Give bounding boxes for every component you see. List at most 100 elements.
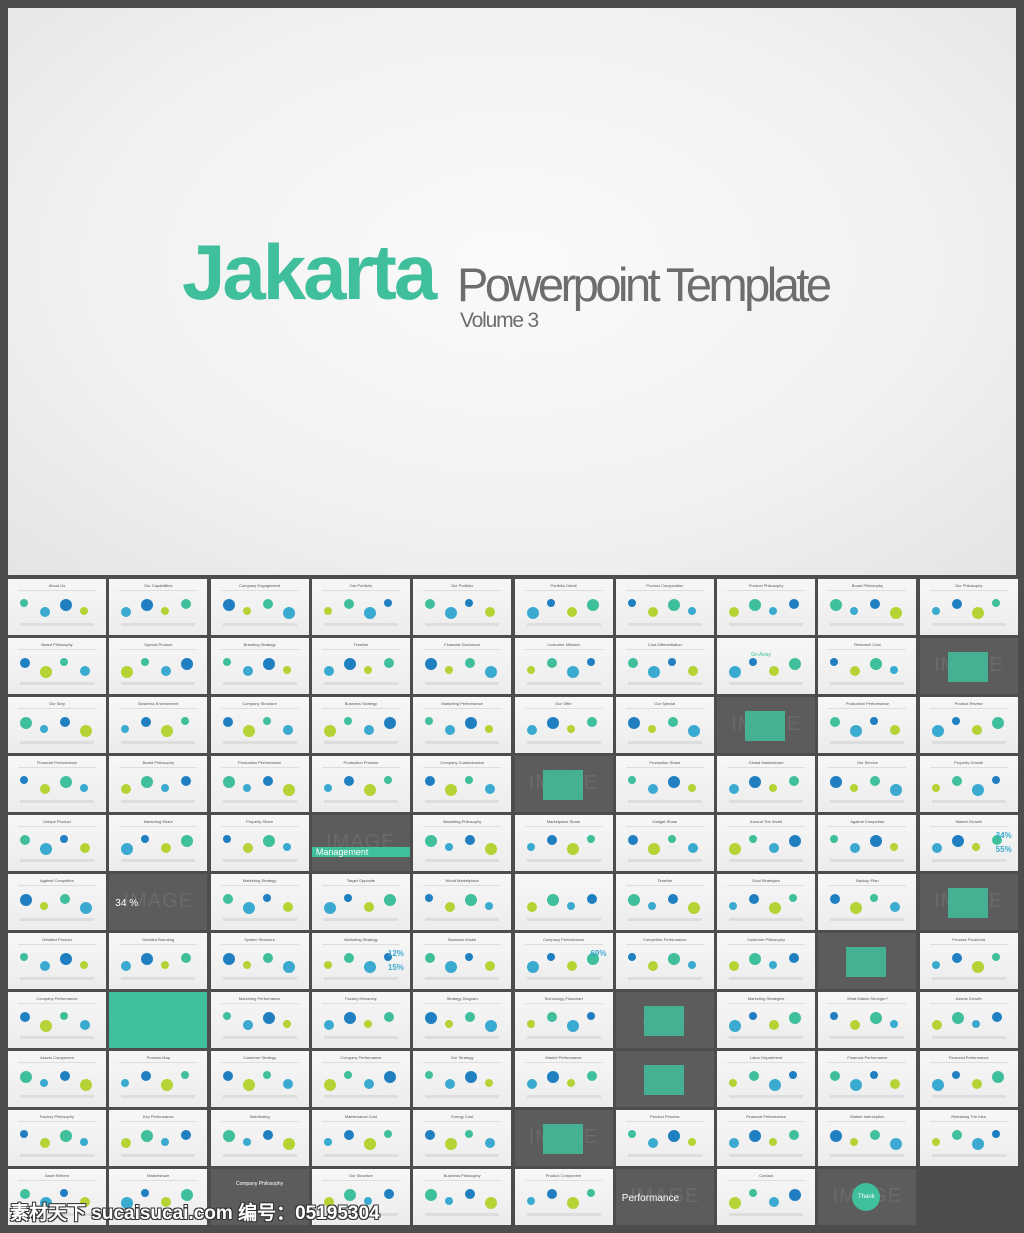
slide-thumbnail[interactable]: Strategy Diagram bbox=[413, 992, 512, 1048]
slide-thumbnail[interactable]: Business Strategy bbox=[311, 697, 410, 753]
slide-thumbnail[interactable]: Production Process bbox=[311, 756, 410, 812]
slide-thumbnail[interactable]: Assets Component bbox=[8, 1051, 106, 1107]
slide-thumbnail[interactable]: Customer Strategy bbox=[210, 1051, 309, 1107]
slide-thumbnail[interactable]: Customer Philosophy bbox=[717, 933, 816, 989]
slide-thumbnail[interactable]: Dual Strategies bbox=[717, 874, 816, 930]
slide-thumbnail[interactable]: Production Performance bbox=[210, 756, 309, 812]
slide-thumbnail[interactable]: Factory Hierarchy bbox=[311, 992, 410, 1048]
slide-thumbnail[interactable]: Marketing Strategies bbox=[717, 992, 816, 1048]
slide-thumbnail[interactable]: Business Model bbox=[413, 933, 512, 989]
slide-thumbnail[interactable]: Branding Strategy bbox=[210, 638, 309, 694]
slide-thumbnail[interactable]: Timeline bbox=[615, 874, 714, 930]
slide-thumbnail[interactable]: Market Performance bbox=[514, 1051, 613, 1107]
slide-thumbnail[interactable]: Competitor Performance bbox=[615, 933, 714, 989]
slide-thumbnail[interactable]: IMAGE bbox=[514, 1110, 613, 1166]
slide-thumbnail[interactable]: Timeline bbox=[311, 638, 410, 694]
slide-thumbnail[interactable]: AGE bbox=[615, 992, 714, 1048]
slide-thumbnail[interactable]: Our Offer bbox=[514, 697, 613, 753]
slide-thumbnail[interactable]: Energy Cost bbox=[413, 1110, 512, 1166]
slide-thumbnail[interactable]: Marketing Performance bbox=[413, 697, 512, 753]
slide-thumbnail[interactable]: Labor Department bbox=[717, 1051, 816, 1107]
slide-thumbnail[interactable]: Our Strategy bbox=[413, 1051, 512, 1107]
slide-thumbnail[interactable]: Product Review bbox=[919, 697, 1018, 753]
slide-thumbnail[interactable]: Our Portfolio bbox=[311, 579, 410, 635]
slide-thumbnail[interactable]: Production Performance bbox=[818, 697, 917, 753]
slide-thumbnail[interactable]: Our Capabilities bbox=[109, 579, 208, 635]
slide-thumbnail[interactable]: Property Growth bbox=[919, 756, 1018, 812]
slide-thumbnail[interactable] bbox=[514, 874, 613, 930]
slide-thumbnail[interactable]: Board Philosophy bbox=[8, 638, 106, 694]
slide-thumbnail[interactable]: Our Service bbox=[818, 756, 917, 812]
slide-thumbnail[interactable]: Marketing Performance bbox=[210, 992, 309, 1048]
slide-thumbnail[interactable]: Company Performance bbox=[8, 992, 106, 1048]
slide-thumbnail[interactable]: Detailed Product bbox=[8, 933, 106, 989]
slide-thumbnail[interactable]: Against Competitor bbox=[818, 815, 917, 871]
slide-thumbnail[interactable]: Releasing The Idea bbox=[919, 1110, 1018, 1166]
slide-thumbnail[interactable]: IMAGE bbox=[919, 874, 1018, 930]
slide-thumbnail[interactable]: What Makes Stronger? bbox=[818, 992, 917, 1048]
slide-thumbnail[interactable]: Unique Product bbox=[8, 815, 106, 871]
slide-thumbnail[interactable]: Our Philosophy bbox=[919, 579, 1018, 635]
slide-thumbnail[interactable]: Global Marketshare bbox=[717, 756, 816, 812]
slide-thumbnail[interactable]: Our Step bbox=[8, 697, 106, 753]
slide-thumbnail[interactable]: Technology Flowchart bbox=[514, 992, 613, 1048]
slide-thumbnail[interactable]: Research Cost bbox=[818, 638, 917, 694]
slide-thumbnail[interactable]: Process Map bbox=[109, 1051, 208, 1107]
slide-thumbnail[interactable]: Marketplace Share bbox=[514, 815, 613, 871]
slide-thumbnail[interactable]: Company Customization bbox=[413, 756, 512, 812]
slide-thumbnail[interactable]: Factory Philosophy bbox=[8, 1110, 106, 1166]
slide-thumbnail[interactable]: About Us bbox=[8, 579, 106, 635]
slide-thumbnail[interactable]: Market Growth 34% 55% bbox=[919, 815, 1018, 871]
slide-thumbnail[interactable]: Company Structure bbox=[210, 697, 309, 753]
slide-thumbnail[interactable]: IMAGE bbox=[717, 697, 816, 753]
slide-thumbnail[interactable]: Gadget Share bbox=[615, 815, 714, 871]
slide-thumbnail[interactable]: Marketing Philosophy bbox=[413, 815, 512, 871]
slide-thumbnail[interactable]: Board Philosophy bbox=[818, 579, 917, 635]
slide-thumbnail[interactable]: Detailed Branding bbox=[109, 933, 208, 989]
slide-thumbnail[interactable]: System Structure bbox=[210, 933, 309, 989]
slide-thumbnail[interactable]: Against Competitor bbox=[8, 874, 106, 930]
slide-thumbnail[interactable]: Property Share bbox=[210, 815, 309, 871]
slide-thumbnail[interactable]: Product Philosophy bbox=[717, 579, 816, 635]
slide-thumbnail[interactable]: Our Special bbox=[615, 697, 714, 753]
slide-thumbnail[interactable]: Portfolio Detail bbox=[514, 579, 613, 635]
slide-thumbnail[interactable]: Marketing Strategy 12% 15% bbox=[311, 933, 410, 989]
slide-thumbnail[interactable]: Business Philosophy bbox=[413, 1169, 512, 1225]
slide-thumbnail[interactable] bbox=[109, 992, 208, 1048]
slide-thumbnail[interactable]: IMAGE 34 % bbox=[109, 874, 208, 930]
slide-thumbnail[interactable]: Marketing Strategy bbox=[210, 874, 309, 930]
slide-thumbnail[interactable]: IMAGE Management bbox=[311, 815, 410, 871]
slide-thumbnail[interactable]: Assets Growth bbox=[919, 992, 1018, 1048]
slide-thumbnail[interactable]: Distributing bbox=[210, 1110, 309, 1166]
slide-thumbnail[interactable]: Company Performance bbox=[311, 1051, 410, 1107]
slide-thumbnail[interactable]: Business Environment bbox=[109, 697, 208, 753]
slide-thumbnail[interactable]: IMAGEThank bbox=[818, 1169, 917, 1225]
slide-thumbnail[interactable]: Financial Performance bbox=[818, 1051, 917, 1107]
slide-thumbnail[interactable]: Maintenance Cost bbox=[311, 1110, 410, 1166]
slide-thumbnail[interactable]: Marketing Share bbox=[109, 815, 208, 871]
slide-thumbnail[interactable]: Contact bbox=[717, 1169, 816, 1225]
slide-thumbnail[interactable]: Process Flowchart bbox=[919, 933, 1018, 989]
slide-thumbnail[interactable]: Financial Performance bbox=[919, 1051, 1018, 1107]
slide-thumbnail[interactable]: Product Component bbox=[514, 1169, 613, 1225]
slide-thumbnail[interactable]: Company Engagement bbox=[210, 579, 309, 635]
slide-thumbnail[interactable]: Financial Disclosure bbox=[413, 638, 512, 694]
slide-thumbnail[interactable]: Product Process bbox=[615, 1110, 714, 1166]
slide-thumbnail[interactable]: IMAGE Performance bbox=[615, 1169, 714, 1225]
slide-thumbnail[interactable]: Key Performance bbox=[109, 1110, 208, 1166]
slide-thumbnail[interactable] bbox=[615, 1051, 714, 1107]
slide-thumbnail[interactable]: Cost Differentiation bbox=[615, 638, 714, 694]
slide-thumbnail[interactable]: World Marketplace bbox=[413, 874, 512, 930]
slide-thumbnail[interactable]: Board Philosophy bbox=[109, 756, 208, 812]
slide-thumbnail[interactable]: Target Opposite bbox=[311, 874, 410, 930]
slide-thumbnail[interactable] bbox=[818, 933, 917, 989]
slide-thumbnail[interactable]: Special Product bbox=[109, 638, 208, 694]
slide-thumbnail[interactable]: Financial Performance bbox=[8, 756, 106, 812]
slide-thumbnail[interactable]: Go Away bbox=[717, 638, 816, 694]
slide-thumbnail[interactable]: Market Interception bbox=[818, 1110, 917, 1166]
slide-thumbnail[interactable]: Financial Performance bbox=[717, 1110, 816, 1166]
slide-thumbnail[interactable]: IMAGE bbox=[514, 756, 613, 812]
slide-thumbnail[interactable]: Around The World bbox=[717, 815, 816, 871]
slide-thumbnail[interactable]: Production Share bbox=[615, 756, 714, 812]
slide-thumbnail[interactable]: Product Composition bbox=[615, 579, 714, 635]
